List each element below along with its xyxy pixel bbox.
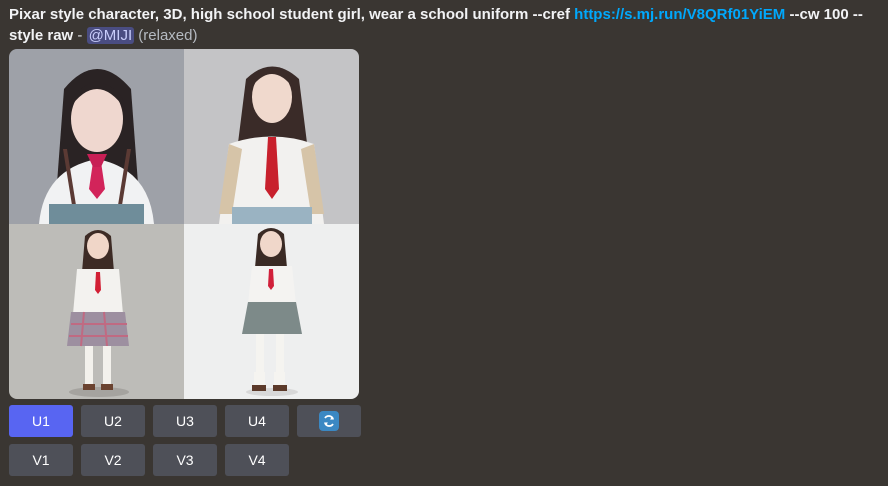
separator: - xyxy=(77,27,83,44)
upscale-button-3[interactable]: U3 xyxy=(153,405,217,437)
upscale-button-4[interactable]: U4 xyxy=(225,405,289,437)
variation-button-1[interactable]: V1 xyxy=(9,444,73,476)
image-grid[interactable] xyxy=(9,49,359,399)
variation-button-3[interactable]: V3 xyxy=(153,444,217,476)
action-buttons: U1 U2 U3 U4 V1 V2 V3 V4 xyxy=(9,405,369,483)
variation-button-4[interactable]: V4 xyxy=(225,444,289,476)
cref-link[interactable]: https://s.mj.run/V8QRf01YiEM xyxy=(574,6,785,23)
upscale-row: U1 U2 U3 U4 xyxy=(9,405,369,437)
reroll-button[interactable] xyxy=(297,405,361,437)
image-3[interactable] xyxy=(9,224,184,399)
variation-button-2[interactable]: V2 xyxy=(81,444,145,476)
message: Pixar style character, 3D, high school s… xyxy=(9,0,879,46)
prompt-line: Pixar style character, 3D, high school s… xyxy=(9,0,879,46)
upscale-button-2[interactable]: U2 xyxy=(81,405,145,437)
image-4[interactable] xyxy=(184,224,359,399)
upscale-button-1[interactable]: U1 xyxy=(9,405,73,437)
variation-row: V1 V2 V3 V4 xyxy=(9,444,369,476)
image-1[interactable] xyxy=(9,49,184,224)
user-mention[interactable]: @MIJI xyxy=(86,27,135,44)
image-2[interactable] xyxy=(184,49,359,224)
refresh-icon xyxy=(319,411,339,431)
status-text: (relaxed) xyxy=(138,27,198,44)
prompt-text: Pixar style character, 3D, high school s… xyxy=(9,6,570,23)
